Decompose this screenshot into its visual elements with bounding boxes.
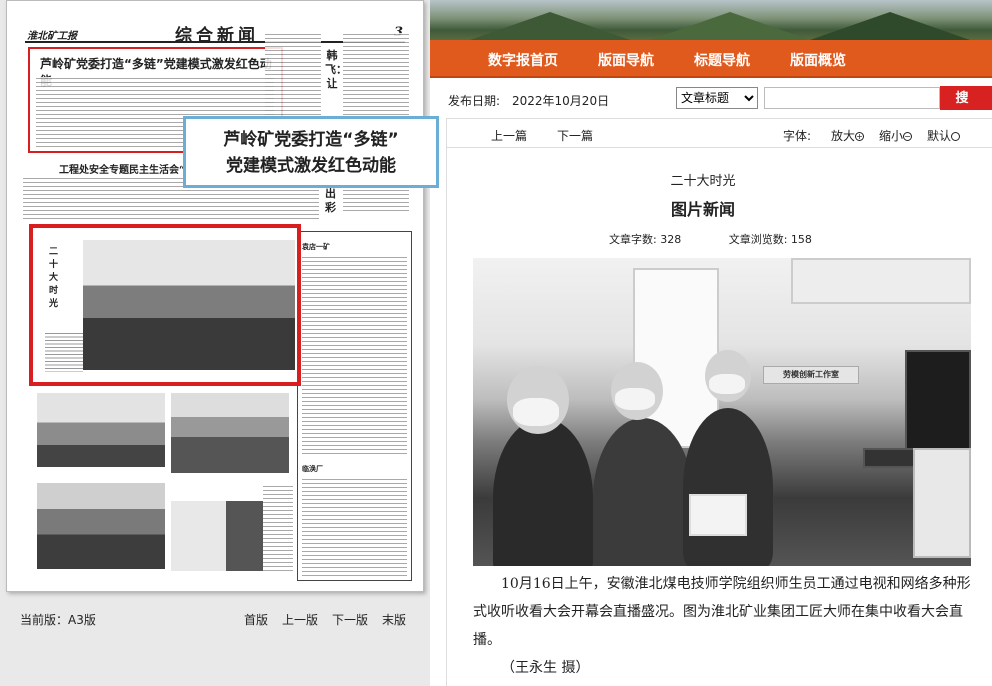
article-body: 10月16日上午，安徽淮北煤电技师学院组织师生员工通过电视和网络多种形式收听收看… <box>473 570 973 682</box>
banner-mountain <box>650 12 810 40</box>
masthead-paper-name: 淮北矿工报 <box>27 31 77 42</box>
article-title: 图片新闻 <box>670 200 735 219</box>
enlarge-label: 放大 <box>831 129 856 143</box>
plus-circle-icon: + <box>855 132 865 141</box>
photo-thumbnail <box>83 240 295 370</box>
default-font-button[interactable]: 默认 <box>927 127 961 144</box>
prev-page-link[interactable]: 上一版 <box>282 611 318 628</box>
article-paragraph: 10月16日上午，安徽淮北煤电技师学院组织师生员工通过电视和网络多种形式收听收看… <box>473 576 971 648</box>
nav-page-overview[interactable]: 版面概览 <box>790 50 846 70</box>
nav-title-navigation[interactable]: 标题导航 <box>694 50 750 70</box>
search-bar: 发布日期: 2022年10月20日 文章标题 搜 索 <box>430 86 992 129</box>
side-article-box[interactable]: 袁店一矿 临涣厂 <box>297 231 412 581</box>
vertical-headline-2[interactable]: 出彩 <box>325 187 339 215</box>
font-size-label: 字体: <box>783 129 812 143</box>
last-page-link[interactable]: 末版 <box>382 611 406 628</box>
photo-meeting-room <box>37 393 165 467</box>
photo-caption-text <box>45 332 83 372</box>
studio-sign: 劳模创新工作室 <box>763 366 859 384</box>
headline-hover-tooltip: 芦岭矿党委打造“多链” 党建模式激发红色动能 <box>183 116 439 188</box>
next-page-link[interactable]: 下一版 <box>332 611 368 628</box>
photo-vertical-title: 二十大时光 <box>49 247 59 309</box>
word-count: 文章字数: 328 <box>609 233 682 246</box>
box-kicker-1: 袁店一矿 <box>302 243 330 251</box>
shrink-label: 缩小 <box>879 129 904 143</box>
enlarge-font-button[interactable]: 放大+ <box>831 127 865 144</box>
tooltip-line-1: 芦岭矿党委打造“多链” <box>223 130 399 150</box>
first-page-link[interactable]: 首版 <box>244 611 268 628</box>
site-banner <box>430 0 992 40</box>
photo-outdoor-workers <box>37 483 165 569</box>
article-photo: 劳模创新工作室 <box>473 258 971 566</box>
page-preview-panel: 淮北矿工报 综合新闻 3 芦岭矿党委打造“多链”党建模式激发红色动能 韩飞：让 … <box>0 0 439 686</box>
banner-mountain <box>810 12 970 40</box>
text-columns <box>302 256 407 456</box>
page-pager: 当前版：A3版 首版 上一版 下一版 末版 <box>0 605 430 635</box>
date-label: 发布日期: <box>448 94 501 108</box>
masthead-section: 综合新闻 <box>175 26 259 46</box>
next-article-link[interactable]: 下一篇 <box>557 127 593 144</box>
article-kicker: 二十大时光 <box>670 174 736 189</box>
article-area-photo-news[interactable]: 二十大时光 <box>29 224 301 386</box>
box-kicker-2: 临涣厂 <box>302 465 323 473</box>
circle-icon <box>951 132 961 141</box>
face-mask <box>709 374 745 394</box>
wall-posters <box>791 258 971 304</box>
publish-date: 2022年10月20日 <box>512 94 610 108</box>
current-page-label: 当前版：A3版 <box>20 613 96 627</box>
main-nav: 数字报首页 版面导航 标题导航 版面概览 <box>430 40 992 78</box>
default-label: 默认 <box>927 129 952 143</box>
article-toolbar: 上一篇 下一篇 字体: 放大+ 缩小− 默认 <box>446 118 992 148</box>
monitor-screen <box>905 350 971 460</box>
shrink-font-button[interactable]: 缩小− <box>879 127 913 144</box>
search-input[interactable] <box>764 87 940 109</box>
article-content: 二十大时光 图片新闻 文章字数: 328 文章浏览数: 158 劳模创新工作室 <box>446 148 992 686</box>
person <box>593 418 693 566</box>
headline-2[interactable]: 工程处安全专题民主生活会“准” <box>59 161 201 176</box>
text-columns <box>263 485 293 571</box>
person <box>493 418 593 566</box>
text-columns <box>302 478 407 576</box>
article-stats: 文章字数: 328 文章浏览数: 158 <box>609 231 856 247</box>
banner-mountain <box>470 12 630 40</box>
view-count: 文章浏览数: 158 <box>728 233 812 246</box>
paper-notes <box>689 494 747 536</box>
paper-stack <box>913 448 971 558</box>
nav-page-navigation[interactable]: 版面导航 <box>598 50 654 70</box>
prev-article-link[interactable]: 上一篇 <box>491 127 527 144</box>
minus-circle-icon: − <box>903 132 913 141</box>
vertical-headline[interactable]: 韩飞：让 <box>325 49 347 91</box>
tooltip-line-2: 党建模式激发红色动能 <box>226 156 396 176</box>
person <box>683 408 773 566</box>
article-reader-panel: 数字报首页 版面导航 标题导航 版面概览 发布日期: 2022年10月20日 文… <box>430 0 992 686</box>
nav-home[interactable]: 数字报首页 <box>488 50 558 70</box>
newspaper-page-image[interactable]: 淮北矿工报 综合新闻 3 芦岭矿党委打造“多链”党建模式激发红色动能 韩飞：让 … <box>6 0 424 592</box>
face-mask <box>615 388 655 410</box>
photo-screen-viewing <box>171 501 263 571</box>
photo-workers-reading <box>171 393 289 473</box>
photo-credit: （王永生 摄） <box>501 660 590 676</box>
search-type-select[interactable]: 文章标题 <box>676 87 758 109</box>
face-mask <box>513 398 559 426</box>
search-button[interactable]: 搜 索 <box>940 86 992 129</box>
